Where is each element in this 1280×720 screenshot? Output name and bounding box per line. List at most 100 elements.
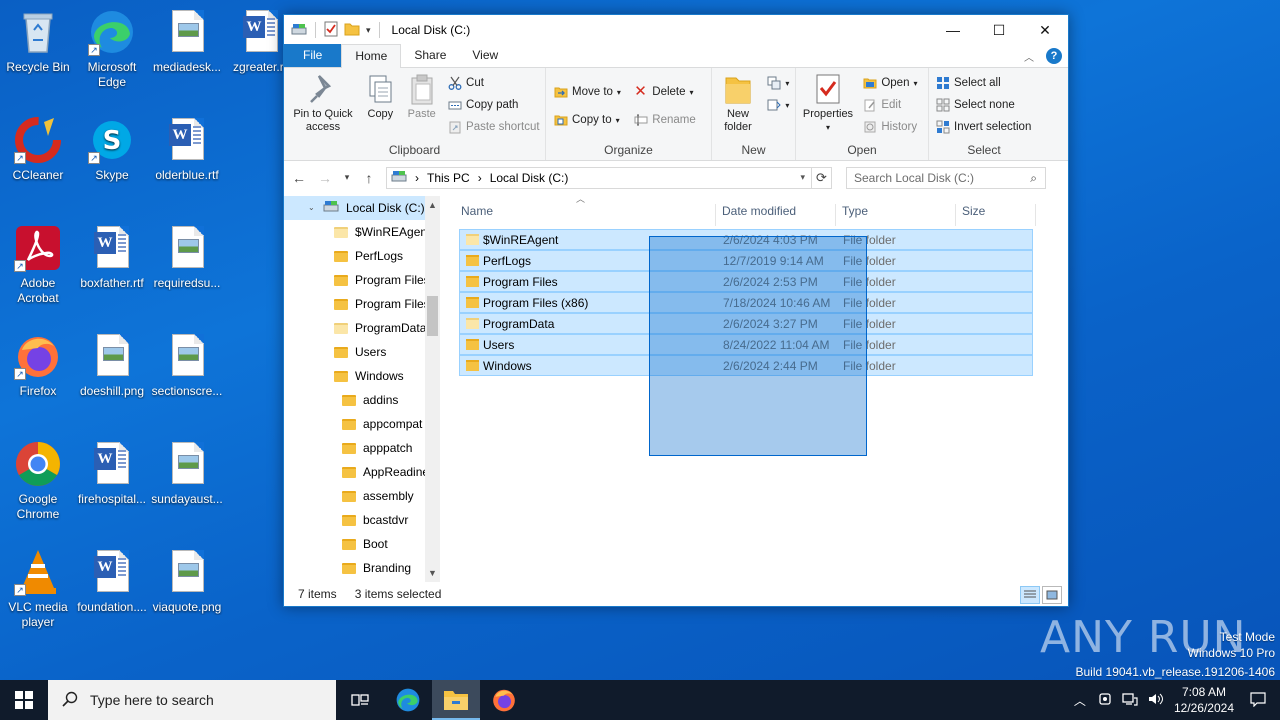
delete-button[interactable]: ✕ Delete ▾ [634, 78, 695, 106]
taskbar-firefox-icon[interactable] [480, 680, 528, 720]
drive-icon[interactable] [291, 22, 307, 39]
scroll-down-icon[interactable]: ▼ [425, 568, 440, 578]
tab-home[interactable]: Home [341, 44, 402, 68]
volume-icon[interactable] [1148, 692, 1164, 709]
start-button[interactable] [0, 680, 48, 720]
taskbar-edge-icon[interactable] [384, 680, 432, 720]
desktop-icon-vlc[interactable]: ↗ VLC media player [0, 548, 76, 630]
desktop-icon-requiredsu[interactable]: requiredsu... [149, 224, 225, 291]
properties-button[interactable]: Properties ▾ [802, 72, 854, 134]
nav-item-perflogs[interactable]: PerfLogs [284, 244, 440, 268]
breadcrumb-local-disk[interactable]: Local Disk (C:) [490, 171, 569, 185]
nav-item-local-disk[interactable]: ⌄ Local Disk (C:) [284, 196, 440, 220]
network-icon[interactable] [1122, 692, 1138, 709]
nav-item-winreagent[interactable]: $WinREAgent [284, 220, 440, 244]
desktop-icon-google-chrome[interactable]: Google Chrome [0, 440, 76, 522]
desktop-icon-firehospital[interactable]: W firehospital... [74, 440, 150, 507]
navigation-pane-scrollbar[interactable]: ▲ ▼ [425, 196, 440, 582]
desktop-icon-mediadesk[interactable]: mediadesk... [149, 8, 225, 75]
desktop-icon-sundayaust[interactable]: sundayaust... [149, 440, 225, 507]
copy-path-button[interactable]: Copy path [448, 94, 540, 116]
desktop-icon-olderblue[interactable]: W olderblue.rtf [149, 116, 225, 183]
notifications-icon[interactable] [1250, 691, 1266, 710]
recent-locations-icon[interactable]: ▾ [342, 172, 352, 183]
desktop-icon-foundation[interactable]: W foundation.... [74, 548, 150, 615]
nav-item-users[interactable]: Users [284, 340, 440, 364]
title-bar[interactable]: ▾ Local Disk (C:) — ☐ ✕ [284, 15, 1068, 45]
customize-toolbar-icon[interactable]: ▾ [366, 25, 371, 36]
desktop-icon-viaquote[interactable]: viaquote.png [149, 548, 225, 615]
move-to-button[interactable]: Move to ▾ [554, 78, 621, 106]
nav-item-branding[interactable]: Branding [284, 556, 440, 580]
address-dropdown-icon[interactable]: ▾ [800, 172, 805, 183]
task-view-icon[interactable] [336, 680, 384, 720]
desktop-icon-boxfather[interactable]: W boxfather.rtf [74, 224, 150, 291]
copy-button[interactable]: Copy [363, 72, 397, 121]
breadcrumb-this-pc[interactable]: This PC [427, 171, 470, 185]
minimize-button[interactable]: — [930, 15, 976, 45]
nav-item-appcompat[interactable]: appcompat [284, 412, 440, 436]
nav-item-programdata[interactable]: ProgramData [284, 316, 440, 340]
invert-selection-button[interactable]: Invert selection [936, 116, 1031, 138]
close-button[interactable]: ✕ [1022, 15, 1068, 45]
forward-arrow-icon[interactable]: → [316, 170, 334, 186]
desktop-icon-recycle-bin[interactable]: Recycle Bin [0, 8, 76, 75]
new-item-button[interactable]: ▾ [767, 72, 789, 94]
security-icon[interactable] [1098, 692, 1112, 709]
desktop-icon-sectionscre[interactable]: sectionscre... [149, 332, 225, 399]
back-arrow-icon[interactable]: ← [290, 170, 308, 186]
taskbar-search-input[interactable]: Type here to search [48, 680, 336, 720]
edit-button[interactable]: Edit [863, 94, 917, 116]
nav-item-boot[interactable]: Boot [284, 532, 440, 556]
nav-item-program-files-x86[interactable]: Program Files [284, 292, 440, 316]
tab-view[interactable]: View [459, 44, 511, 67]
taskbar-file-explorer-icon[interactable] [432, 680, 480, 720]
select-none-button[interactable]: Select none [936, 94, 1031, 116]
desktop-icon-doeshill[interactable]: doeshill.png [74, 332, 150, 399]
copy-to-button[interactable]: Copy to ▾ [554, 106, 621, 134]
desktop-icon-skype[interactable]: S ↗ Skype [74, 116, 150, 183]
nav-item-assembly[interactable]: assembly [284, 484, 440, 508]
paste-shortcut-button[interactable]: Paste shortcut [448, 116, 540, 138]
column-type[interactable]: Type [836, 204, 956, 226]
select-all-button[interactable]: Select all [936, 72, 1031, 94]
address-bar[interactable]: › This PC › Local Disk (C:) ▾ [386, 166, 812, 189]
new-folder-button[interactable]: New folder [718, 72, 758, 134]
up-arrow-icon[interactable]: ↑ [360, 170, 378, 186]
nav-item-program-files[interactable]: Program Files [284, 268, 440, 292]
nav-item-appreadiness[interactable]: AppReadine [284, 460, 440, 484]
collapse-ribbon-icon[interactable]: ︿ [1024, 49, 1034, 64]
rename-button[interactable]: Rename [634, 106, 696, 134]
nav-item-addins[interactable]: addins [284, 388, 440, 412]
show-hidden-icons-chevron-icon[interactable]: ︿ [1074, 692, 1086, 709]
clock[interactable]: 7:08 AM 12/26/2024 [1174, 684, 1234, 716]
details-view-icon[interactable] [1020, 586, 1040, 604]
new-folder-quick-icon[interactable] [344, 22, 360, 39]
history-button[interactable]: History [863, 116, 917, 138]
large-icons-view-icon[interactable] [1042, 586, 1062, 604]
column-name[interactable]: Name [455, 204, 716, 226]
scrollbar-thumb[interactable] [427, 296, 438, 336]
easy-access-button[interactable]: ▾ [767, 94, 789, 116]
help-icon[interactable]: ? [1046, 48, 1062, 64]
nav-item-windows[interactable]: Windows [284, 364, 440, 388]
desktop-icon-edge[interactable]: ↗ Microsoft Edge [74, 8, 150, 90]
cut-button[interactable]: Cut [448, 72, 540, 94]
tab-file[interactable]: File [284, 44, 342, 67]
tab-share[interactable]: Share [401, 44, 459, 67]
nav-item-bcastdvr[interactable]: bcastdvr [284, 508, 440, 532]
column-size[interactable]: Size [956, 204, 1036, 226]
refresh-icon[interactable]: ⟳ [812, 166, 832, 189]
desktop-icon-firefox[interactable]: ↗ Firefox [0, 332, 76, 399]
pin-quick-access-button[interactable]: Pin to Quick access [290, 72, 356, 134]
paste-button[interactable]: Paste [405, 72, 439, 121]
maximize-button[interactable]: ☐ [976, 15, 1022, 45]
scroll-up-icon[interactable]: ▲ [425, 200, 440, 210]
open-button[interactable]: Open ▾ [863, 72, 918, 94]
search-input[interactable]: Search Local Disk (C:) ⌕ [846, 166, 1046, 189]
desktop-icon-ccleaner[interactable]: ↗ CCleaner [0, 116, 76, 183]
desktop-icon-adobe-acrobat[interactable]: ↗ Adobe Acrobat [0, 224, 76, 306]
properties-quick-icon[interactable] [324, 21, 338, 40]
nav-item-apppatch[interactable]: apppatch [284, 436, 440, 460]
column-date-modified[interactable]: Date modified [716, 204, 836, 226]
